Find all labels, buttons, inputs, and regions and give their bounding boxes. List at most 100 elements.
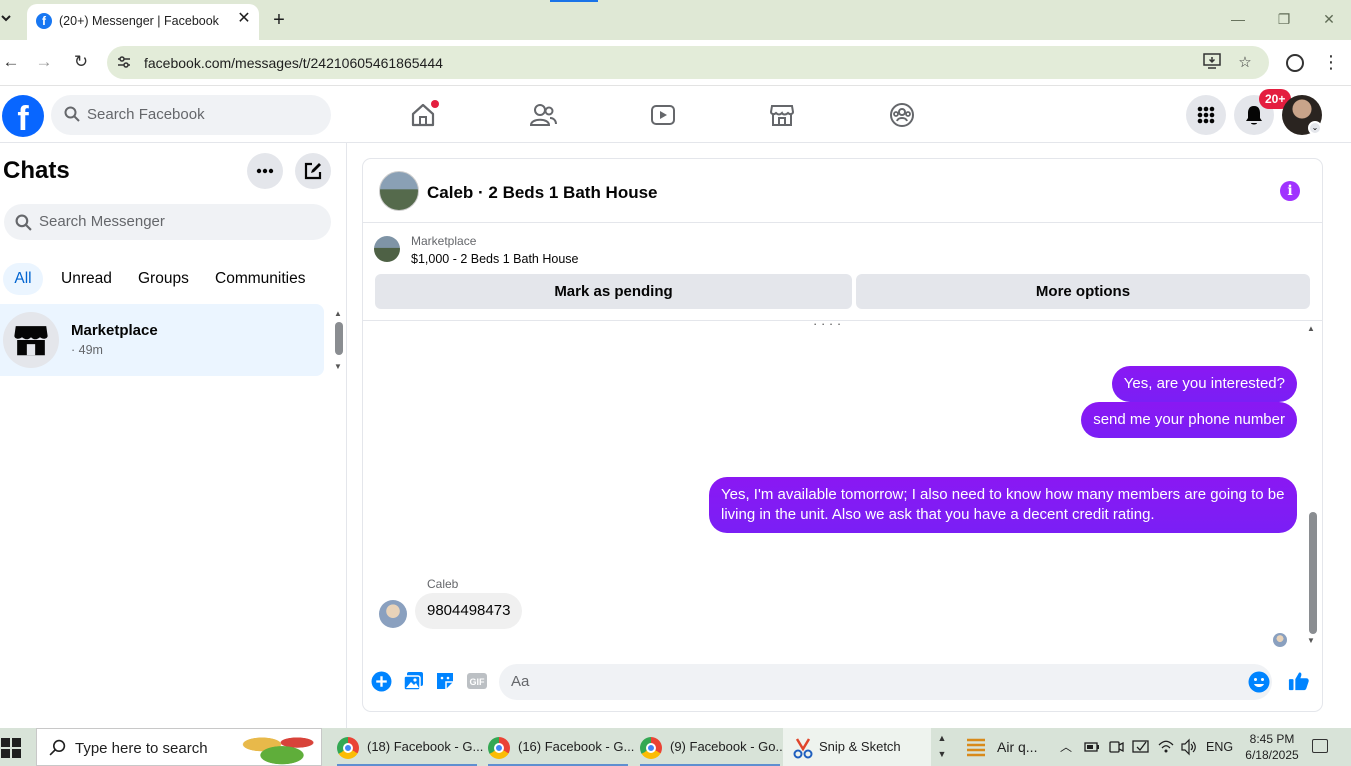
bell-icon xyxy=(1246,106,1262,125)
scroll-down-arrow-icon[interactable]: ▼ xyxy=(1307,636,1315,645)
taskbar-app-chrome-2[interactable]: (16) Facebook - G... xyxy=(488,728,634,766)
facebook-search-input[interactable]: Search Facebook xyxy=(51,95,331,135)
tab-search-chevron-icon[interactable] xyxy=(0,12,14,28)
windows-taskbar: Type here to search (18) Facebook - G...… xyxy=(0,728,1351,766)
new-tab-plus-icon[interactable]: + xyxy=(268,9,290,31)
search-highlight-image xyxy=(222,730,322,766)
filter-communities[interactable]: Communities xyxy=(215,263,305,295)
notification-center-icon[interactable] xyxy=(1312,739,1328,753)
scroll-up-arrow-icon[interactable]: ▲ xyxy=(1307,324,1315,333)
browser-menu-icon[interactable]: ⋮ xyxy=(1322,51,1340,73)
tab-title: (20+) Messenger | Facebook xyxy=(59,14,219,28)
filter-all[interactable]: All xyxy=(3,263,43,295)
window-close-icon[interactable]: ✕ xyxy=(1318,8,1340,30)
marketplace-icon[interactable] xyxy=(762,97,802,133)
listing-title[interactable]: $1,000 - 2 Beds 1 Bath House xyxy=(411,252,578,266)
minimize-icon[interactable]: — xyxy=(1227,8,1249,30)
facebook-logo-icon[interactable]: f xyxy=(2,95,44,137)
facebook-search-placeholder: Search Facebook xyxy=(87,106,205,123)
search-icon xyxy=(49,739,66,756)
clock[interactable]: 8:45 PM 6/18/2025 xyxy=(1240,731,1304,763)
grid-icon xyxy=(1197,106,1215,124)
conversation-avatar[interactable] xyxy=(379,171,419,211)
wifi-icon[interactable] xyxy=(1157,728,1175,766)
marketplace-avatar xyxy=(3,312,59,368)
taskbar-scroll-arrows[interactable]: ▲ ▼ xyxy=(936,730,948,762)
marketplace-listing-banner: Marketplace $1,000 - 2 Beds 1 Bath House… xyxy=(363,223,1322,321)
groups-icon[interactable] xyxy=(882,97,922,133)
chats-options-button[interactable] xyxy=(247,153,283,189)
message-bubble-incoming[interactable]: 9804498473 xyxy=(415,593,523,629)
browser-tab[interactable]: f (20+) Messenger | Facebook ✕ xyxy=(27,4,259,40)
sticker-icon[interactable] xyxy=(434,670,456,692)
url-text: facebook.com/messages/t/2421060546186544… xyxy=(144,55,443,71)
menu-grid-button[interactable] xyxy=(1186,95,1226,135)
taskbar-app-chrome-1[interactable]: (18) Facebook - G... xyxy=(337,728,483,766)
restore-icon[interactable]: ❐ xyxy=(1273,8,1295,30)
conversation-title[interactable]: Caleb · 2 Beds 1 Bath House xyxy=(427,183,658,203)
snip-sketch-icon xyxy=(793,738,813,759)
more-options-button[interactable]: More options xyxy=(856,274,1310,309)
info-icon[interactable]: i xyxy=(1280,181,1300,201)
photo-icon[interactable] xyxy=(402,670,424,692)
address-bar[interactable]: facebook.com/messages/t/2421060546186544… xyxy=(107,46,1269,79)
taskbar-app-label: Air q... xyxy=(997,739,1038,755)
browser-profile-icon[interactable] xyxy=(1286,54,1304,72)
gif-icon[interactable]: GIF xyxy=(466,670,488,692)
scroll-down-arrow-icon[interactable]: ▼ xyxy=(334,362,342,371)
sender-avatar[interactable] xyxy=(379,600,407,628)
message-bubble-outgoing[interactable]: Yes, are you interested? xyxy=(1111,366,1297,402)
filter-groups[interactable]: Groups xyxy=(138,263,189,295)
close-tab-icon[interactable]: ✕ xyxy=(235,10,253,28)
forward-arrow-icon[interactable]: → xyxy=(33,51,55,73)
listing-thumbnail[interactable] xyxy=(374,236,400,262)
taskbar-app-label: Snip & Sketch xyxy=(819,739,901,754)
battery-icon[interactable] xyxy=(1084,728,1100,766)
facebook-favicon-icon: f xyxy=(36,13,52,29)
install-app-icon[interactable] xyxy=(1202,53,1222,73)
filter-unread[interactable]: Unread xyxy=(61,263,112,295)
meet-now-icon[interactable] xyxy=(1108,728,1124,766)
reload-icon[interactable]: ↻ xyxy=(70,51,92,73)
back-arrow-icon[interactable]: ← xyxy=(0,51,22,73)
browser-tabstrip: f (20+) Messenger | Facebook ✕ + — ❐ ✕ xyxy=(0,0,1351,40)
messenger-search-input[interactable]: Search Messenger xyxy=(4,204,331,240)
message-input[interactable]: Aa xyxy=(499,664,1272,700)
scroll-up-arrow-icon[interactable]: ▲ xyxy=(334,309,342,318)
plus-circle-icon[interactable] xyxy=(370,670,392,692)
tab-accent-line xyxy=(550,0,598,2)
friends-icon[interactable] xyxy=(523,97,563,133)
site-settings-icon[interactable] xyxy=(117,55,131,69)
video-icon[interactable] xyxy=(643,97,683,133)
taskbar-app-label: (18) Facebook - G... xyxy=(367,739,484,754)
chrome-icon xyxy=(488,737,510,759)
input-language[interactable]: ENG xyxy=(1206,728,1233,766)
taskbar-weather-widget[interactable]: Air q... xyxy=(965,728,1055,766)
taskbar-search-placeholder: Type here to search xyxy=(75,740,208,757)
volume-icon[interactable] xyxy=(1180,728,1198,766)
thread-scrollbar[interactable] xyxy=(1309,512,1317,634)
chat-list-scrollbar[interactable] xyxy=(335,322,343,355)
bookmark-star-icon[interactable]: ☆ xyxy=(1235,53,1255,73)
search-icon xyxy=(15,214,32,231)
mark-as-pending-button[interactable]: Mark as pending xyxy=(375,274,852,309)
emoji-icon[interactable] xyxy=(1248,671,1270,693)
taskbar-app-chrome-3[interactable]: (9) Facebook - Go... xyxy=(640,728,786,766)
taskbar-app-snip-sketch[interactable]: Snip & Sketch xyxy=(783,728,931,766)
sender-name: Caleb xyxy=(427,577,459,591)
windows-start-icon[interactable] xyxy=(0,737,22,759)
chat-timestamp: · 49m xyxy=(71,343,103,357)
clipped-message-fragment: · · · · xyxy=(813,316,842,331)
account-chevron-icon[interactable]: ⌄ xyxy=(1308,121,1322,135)
browser-toolbar: ← → ↻ facebook.com/messages/t/2421060546… xyxy=(0,40,1351,86)
thumbs-up-icon[interactable] xyxy=(1288,670,1310,692)
message-composer: GIF Aa xyxy=(363,659,1322,705)
message-input-placeholder: Aa xyxy=(511,673,530,690)
new-message-button[interactable] xyxy=(295,153,331,189)
chats-title: Chats xyxy=(3,157,70,184)
display-icon[interactable] xyxy=(1132,728,1150,766)
message-bubble-outgoing[interactable]: Yes, I'm available tomorrow; I also need… xyxy=(709,477,1297,533)
message-bubble-outgoing[interactable]: send me your phone number xyxy=(1081,402,1297,438)
chat-list-item[interactable]: Marketplace · 49m xyxy=(0,304,324,376)
show-hidden-icons-chevron-icon[interactable]: ︿ xyxy=(1060,728,1074,766)
